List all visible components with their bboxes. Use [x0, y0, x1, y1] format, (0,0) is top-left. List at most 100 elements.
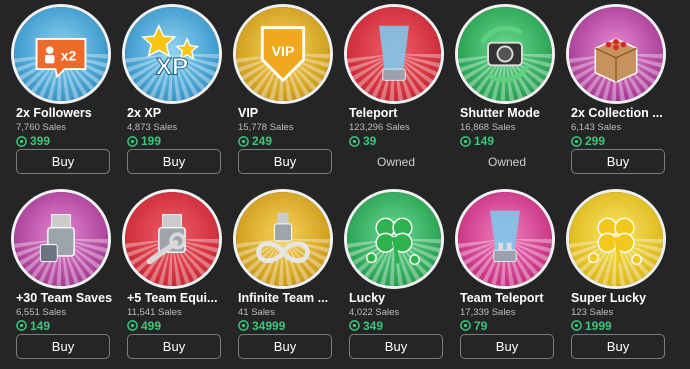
product-name[interactable]: Lucky [349, 291, 449, 305]
product-card[interactable]: XP 2x XP 4,873 Sales 199 Buy [118, 0, 229, 184]
product-card[interactable]: +30 Team Saves 6,551 Sales 149 Buy [7, 185, 118, 369]
product-name[interactable]: Teleport [349, 106, 449, 120]
buy-button[interactable]: Buy [571, 149, 665, 174]
product-sales: 123,296 Sales [349, 122, 410, 133]
robux-icon [349, 320, 360, 331]
product-price: 34999 [238, 319, 285, 333]
box-icon[interactable] [566, 4, 666, 104]
product-sales: 7,760 Sales [16, 122, 67, 133]
product-sales: 11,541 Sales [127, 306, 182, 318]
product-name[interactable]: Infinite Team ... [238, 291, 338, 305]
product-card[interactable]: Infinite Team ... 41 Sales 34999 Buy [229, 185, 340, 369]
buy-button[interactable]: Buy [238, 149, 332, 174]
camera-icon[interactable] [455, 4, 555, 104]
teleport-beam-icon[interactable] [344, 4, 444, 104]
price-value: 149 [30, 318, 51, 333]
buy-button[interactable]: Buy [571, 333, 665, 359]
product-name[interactable]: +30 Team Saves [16, 291, 116, 305]
product-sales: 17,339 Sales [460, 306, 516, 318]
product-grid: x2 2x Followers 7,760 Sales 399 Buy XP 2x XP 4,… [7, 0, 683, 369]
product-card[interactable]: x2 2x Followers 7,760 Sales 399 Buy [7, 0, 118, 184]
product-price: 149 [16, 319, 50, 333]
robux-icon [238, 135, 249, 147]
price-value: 39 [363, 134, 377, 148]
product-price: 399 [16, 134, 50, 148]
robux-icon [571, 320, 582, 331]
buy-button[interactable]: Buy [460, 333, 554, 359]
robux-icon [127, 320, 138, 331]
price-value: 349 [363, 318, 384, 333]
price-value: 149 [474, 134, 495, 148]
price-value: 299 [585, 134, 606, 148]
product-sales: 4,873 Sales [127, 122, 178, 133]
svg-text:VIP: VIP [272, 43, 295, 59]
product-price: 1999 [571, 319, 612, 333]
robux-icon [16, 320, 27, 331]
product-card[interactable]: Shutter Mode 16,868 Sales 149 Owned [451, 0, 562, 184]
price-value: 34999 [252, 318, 286, 333]
robux-icon [460, 320, 471, 331]
product-name[interactable]: Shutter Mode [460, 106, 560, 120]
product-card[interactable]: Lucky 4,022 Sales 349 Buy [340, 185, 451, 369]
buy-button[interactable]: Buy [127, 333, 221, 359]
followers-x2-icon[interactable]: x2 [11, 4, 111, 104]
price-value: 399 [30, 134, 51, 148]
product-price: 299 [571, 134, 605, 148]
product-sales: 4,022 Sales [349, 306, 400, 318]
xp-stars-icon[interactable]: XP [122, 4, 222, 104]
product-name[interactable]: 2x Collection ... [571, 106, 671, 120]
robux-icon [349, 135, 360, 147]
clover-icon[interactable] [344, 188, 444, 289]
buy-button[interactable]: Buy [16, 149, 110, 174]
product-name[interactable]: VIP [238, 106, 338, 120]
product-price: 39 [349, 134, 376, 148]
svg-text:x2: x2 [61, 48, 77, 64]
price-value: 249 [252, 134, 273, 148]
robux-icon [460, 135, 471, 147]
product-sales: 6,551 Sales [16, 306, 67, 318]
usb-wrench-icon[interactable] [122, 188, 222, 289]
product-card[interactable]: 2x Collection ... 6,143 Sales 299 Buy [562, 0, 673, 184]
product-card[interactable]: Teleport 123,296 Sales 39 Owned [340, 0, 451, 184]
buy-button[interactable]: Buy [16, 333, 110, 359]
price-value: 1999 [585, 318, 612, 333]
robux-icon [238, 320, 249, 331]
price-value: 199 [141, 134, 162, 148]
owned-label: Owned [376, 155, 416, 169]
usb-save-icon[interactable] [11, 188, 111, 289]
vip-shield-icon[interactable]: VIP [233, 4, 333, 104]
product-price: 499 [127, 319, 161, 333]
infinity-usb-icon[interactable] [233, 188, 333, 289]
product-price: 349 [349, 319, 383, 333]
buy-button[interactable]: Buy [349, 333, 443, 359]
product-card[interactable]: Super Lucky 123 Sales 1999 Buy [562, 185, 673, 369]
product-name[interactable]: Super Lucky [571, 291, 671, 305]
robux-icon [127, 135, 138, 147]
price-value: 499 [141, 318, 162, 333]
robux-icon [571, 135, 582, 147]
product-sales: 41 Sales [238, 306, 275, 318]
gold-clover-icon[interactable] [566, 188, 666, 289]
product-card[interactable]: Team Teleport 17,339 Sales 79 Buy [451, 185, 562, 369]
price-value: 79 [474, 318, 488, 333]
product-name[interactable]: 2x Followers [16, 106, 116, 120]
product-sales: 123 Sales [571, 306, 614, 318]
product-price: 249 [238, 134, 272, 148]
product-name[interactable]: 2x XP [127, 106, 227, 120]
product-sales: 6,143 Sales [571, 122, 622, 133]
buy-button[interactable]: Buy [127, 149, 221, 174]
product-sales: 16,868 Sales [460, 122, 516, 133]
product-card[interactable]: VIP VIP 15,778 Sales 249 Buy [229, 0, 340, 184]
robux-icon [16, 135, 27, 147]
team-teleport-icon[interactable] [455, 188, 555, 289]
product-name[interactable]: +5 Team Equi... [127, 291, 227, 305]
owned-label: Owned [487, 155, 527, 169]
product-sales: 15,778 Sales [238, 122, 294, 133]
svg-text:XP: XP [156, 54, 189, 81]
product-price: 199 [127, 134, 161, 148]
product-card[interactable]: +5 Team Equi... 11,541 Sales 499 Buy [118, 185, 229, 369]
product-price: 149 [460, 134, 494, 148]
product-price: 79 [460, 319, 487, 333]
product-name[interactable]: Team Teleport [460, 291, 560, 305]
buy-button[interactable]: Buy [238, 333, 332, 359]
